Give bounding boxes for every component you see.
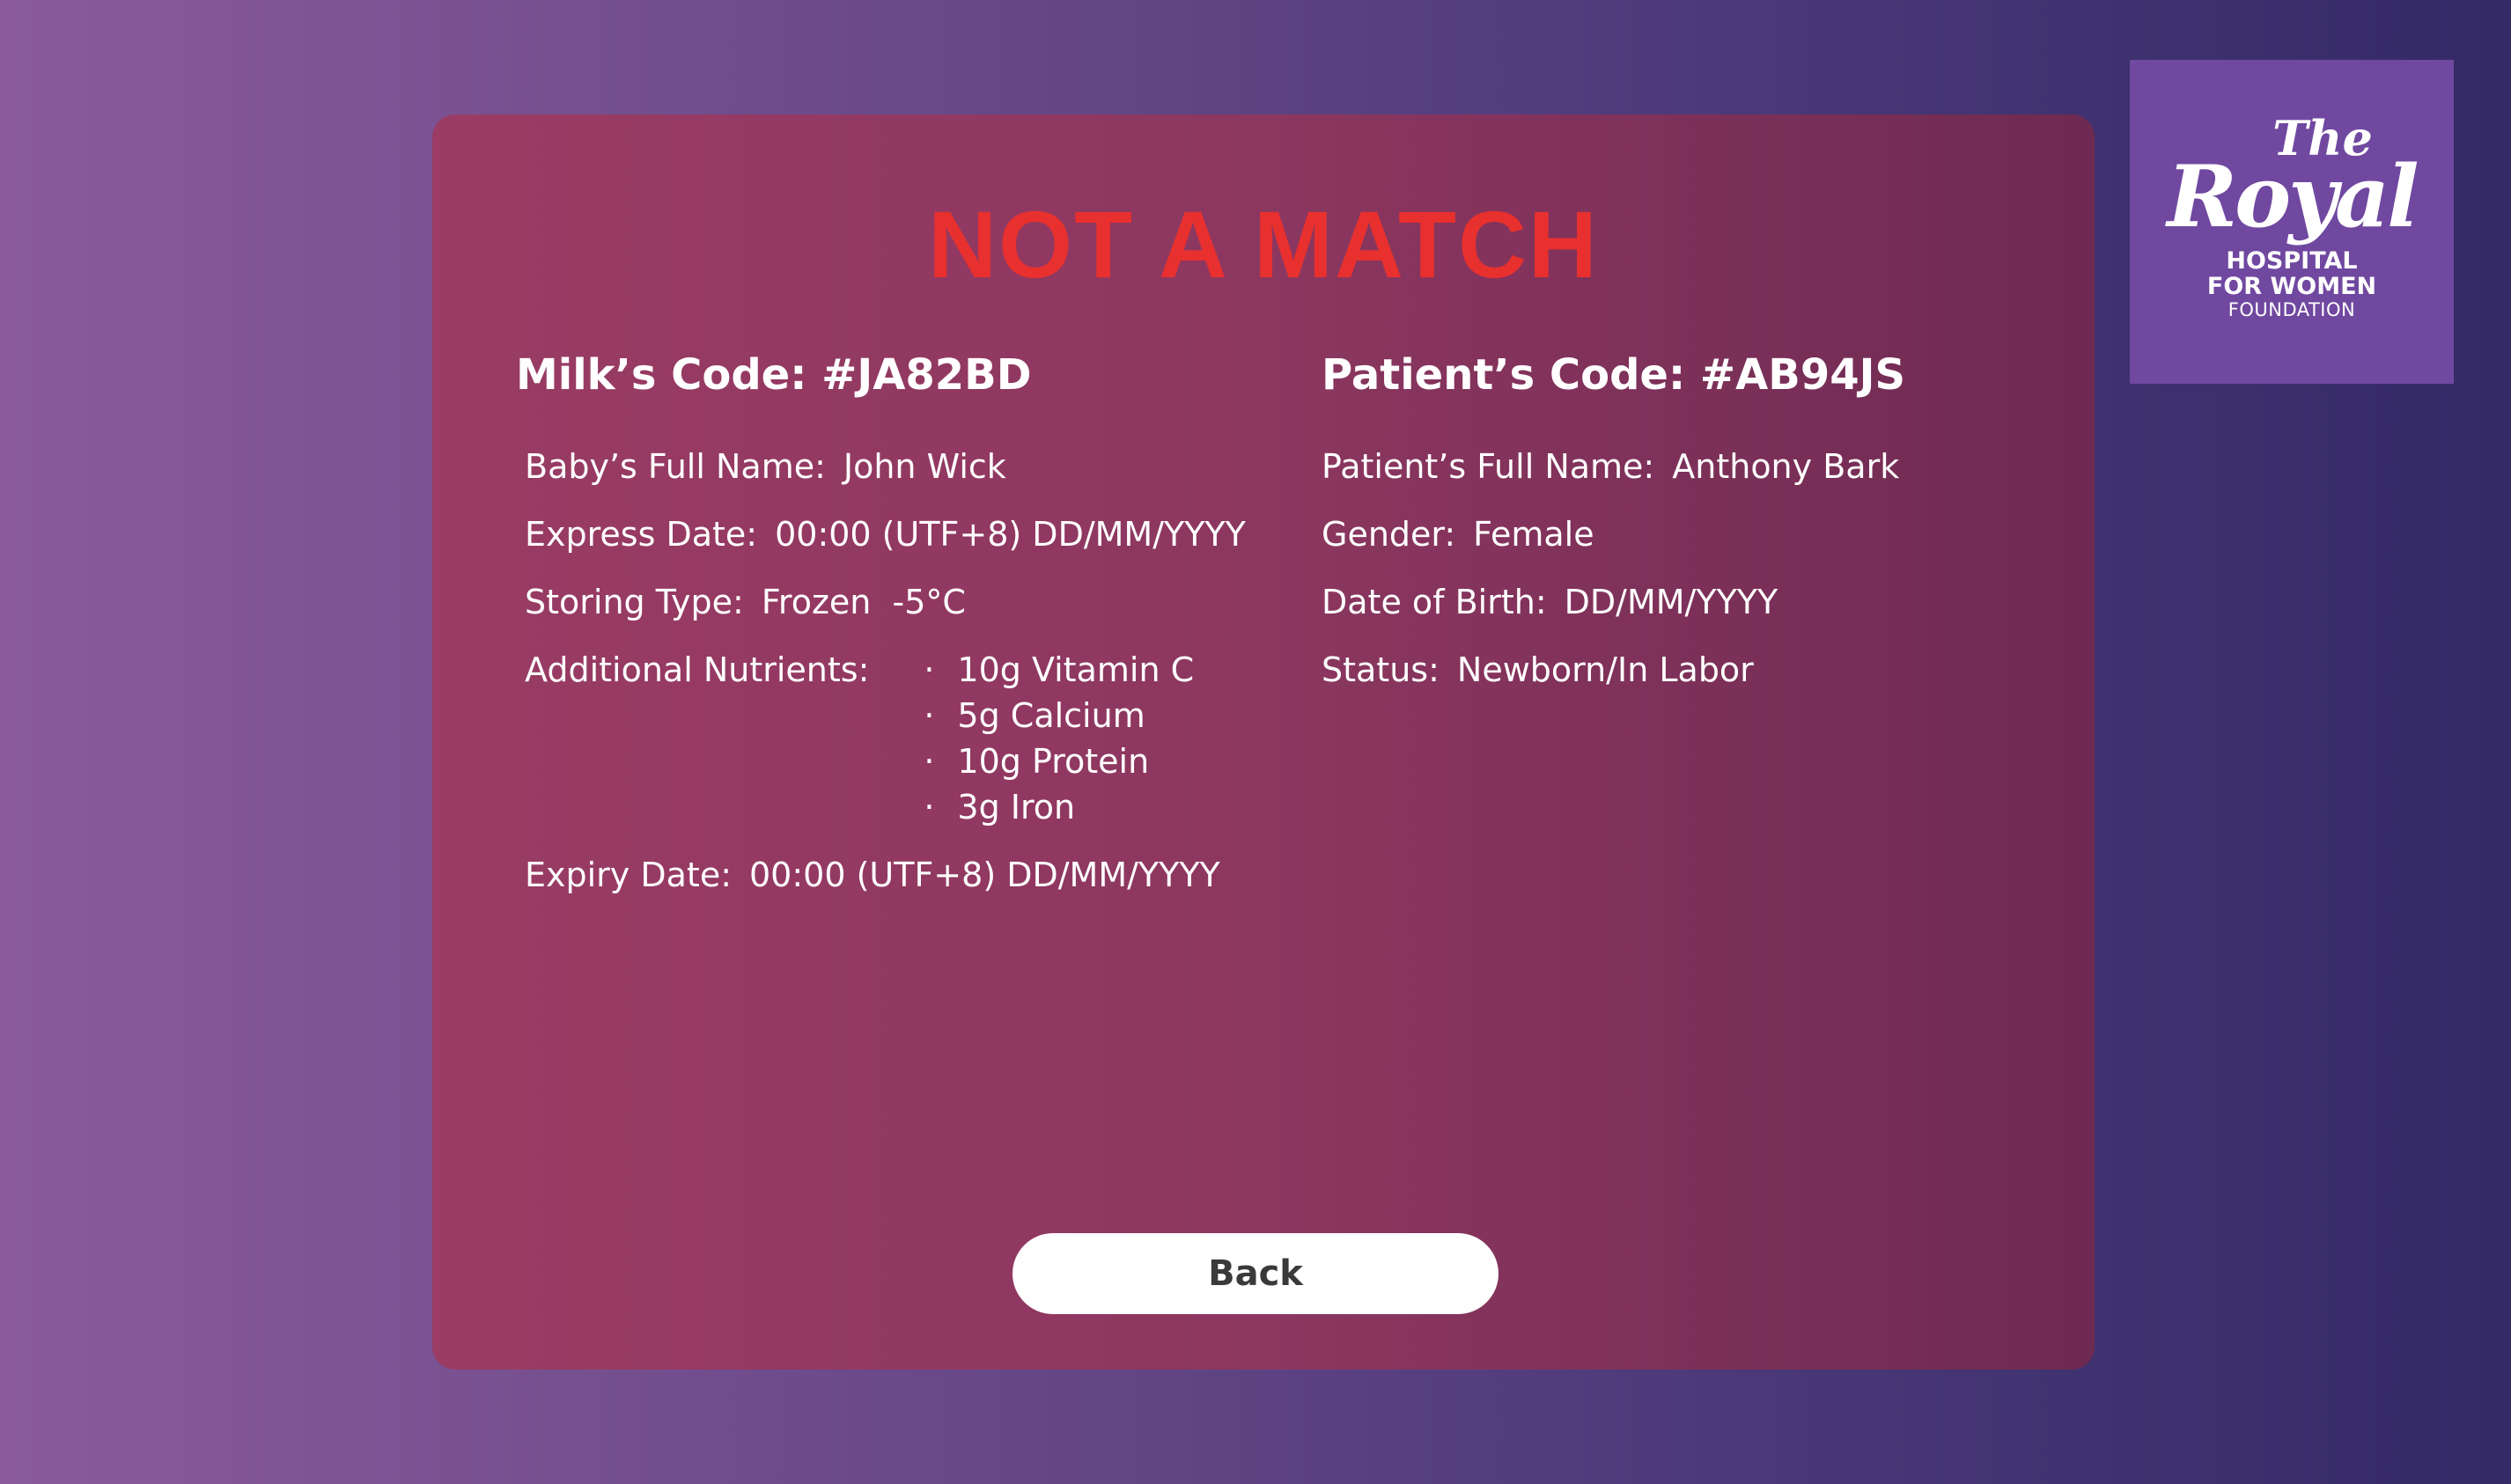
gender-row: Gender: Female xyxy=(1322,511,2043,557)
storing-type-row: Storing Type: Frozen -5°C xyxy=(525,579,1273,625)
express-date-value: 00:00 (UTF+8) DD/MM/YYYY xyxy=(775,515,1246,554)
match-result-title: NOT A MATCH xyxy=(928,191,1599,298)
milk-code-heading: Milk’s Code: #JA82BD xyxy=(516,349,1273,401)
nutrients-list: 10g Vitamin C 5g Calcium 10g Protein 3g … xyxy=(887,647,1194,830)
baby-name-row: Baby’s Full Name: John Wick xyxy=(525,444,1273,489)
dob-value: DD/MM/YYYY xyxy=(1564,583,1778,621)
gender-label: Gender: xyxy=(1322,515,1456,554)
patient-code-value: #AB94JS xyxy=(1699,350,1906,400)
storing-type-label: Storing Type: xyxy=(525,583,744,621)
express-date-label: Express Date: xyxy=(525,515,758,554)
status-label: Status: xyxy=(1322,650,1440,689)
patient-code-label: Patient’s Code: xyxy=(1322,350,1686,400)
milk-code-label: Milk’s Code: xyxy=(516,350,807,400)
nutrient-item: 3g Iron xyxy=(924,784,1194,830)
logo-text-royal: Royal xyxy=(2167,147,2419,246)
gender-value: Female xyxy=(1473,515,1594,554)
royal-hospital-logo: The Royal HOSPITAL FOR WOMEN FOUNDATION xyxy=(2130,60,2454,384)
nutrients-label: Additional Nutrients: xyxy=(525,650,870,689)
back-button[interactable]: Back xyxy=(1012,1233,1498,1314)
patient-fields: Patient’s Full Name: Anthony Bark Gender… xyxy=(1322,444,2043,693)
logo-text-for-women: FOR WOMEN xyxy=(2206,273,2377,300)
patient-name-label: Patient’s Full Name: xyxy=(1322,447,1655,486)
patient-details: Patient’s Code: #AB94JS Patient’s Full N… xyxy=(1322,349,2043,715)
logo-text-foundation: FOUNDATION xyxy=(2228,299,2356,320)
milk-details: Milk’s Code: #JA82BD Baby’s Full Name: J… xyxy=(516,349,1273,920)
expiry-date-row: Expiry Date: 00:00 (UTF+8) DD/MM/YYYY xyxy=(525,852,1273,898)
expiry-date-label: Expiry Date: xyxy=(525,856,732,894)
status-row: Status: Newborn/In Labor xyxy=(1322,647,2043,693)
baby-name-label: Baby’s Full Name: xyxy=(525,447,826,486)
milk-code-value: #JA82BD xyxy=(821,350,1032,400)
dob-row: Date of Birth: DD/MM/YYYY xyxy=(1322,579,2043,625)
logo-text-hospital: HOSPITAL xyxy=(2226,247,2358,275)
expiry-date-value: 00:00 (UTF+8) DD/MM/YYYY xyxy=(749,856,1220,894)
dob-label: Date of Birth: xyxy=(1322,583,1547,621)
storing-type-value: Frozen -5°C xyxy=(761,583,966,621)
nutrient-item: 10g Vitamin C xyxy=(924,647,1194,693)
nutrient-item: 5g Calcium xyxy=(924,693,1194,738)
express-date-row: Express Date: 00:00 (UTF+8) DD/MM/YYYY xyxy=(525,511,1273,557)
baby-name-value: John Wick xyxy=(843,447,1006,486)
patient-name-value: Anthony Bark xyxy=(1672,447,1900,486)
patient-code-heading: Patient’s Code: #AB94JS xyxy=(1322,349,2043,401)
match-result-card: NOT A MATCH Milk’s Code: #JA82BD Baby’s … xyxy=(432,114,2095,1370)
milk-fields: Baby’s Full Name: John Wick Express Date… xyxy=(516,444,1273,898)
nutrient-item: 10g Protein xyxy=(924,738,1194,784)
patient-name-row: Patient’s Full Name: Anthony Bark xyxy=(1322,444,2043,489)
status-value: Newborn/In Labor xyxy=(1456,650,1754,689)
nutrients-row: Additional Nutrients: 10g Vitamin C 5g C… xyxy=(525,647,1273,830)
